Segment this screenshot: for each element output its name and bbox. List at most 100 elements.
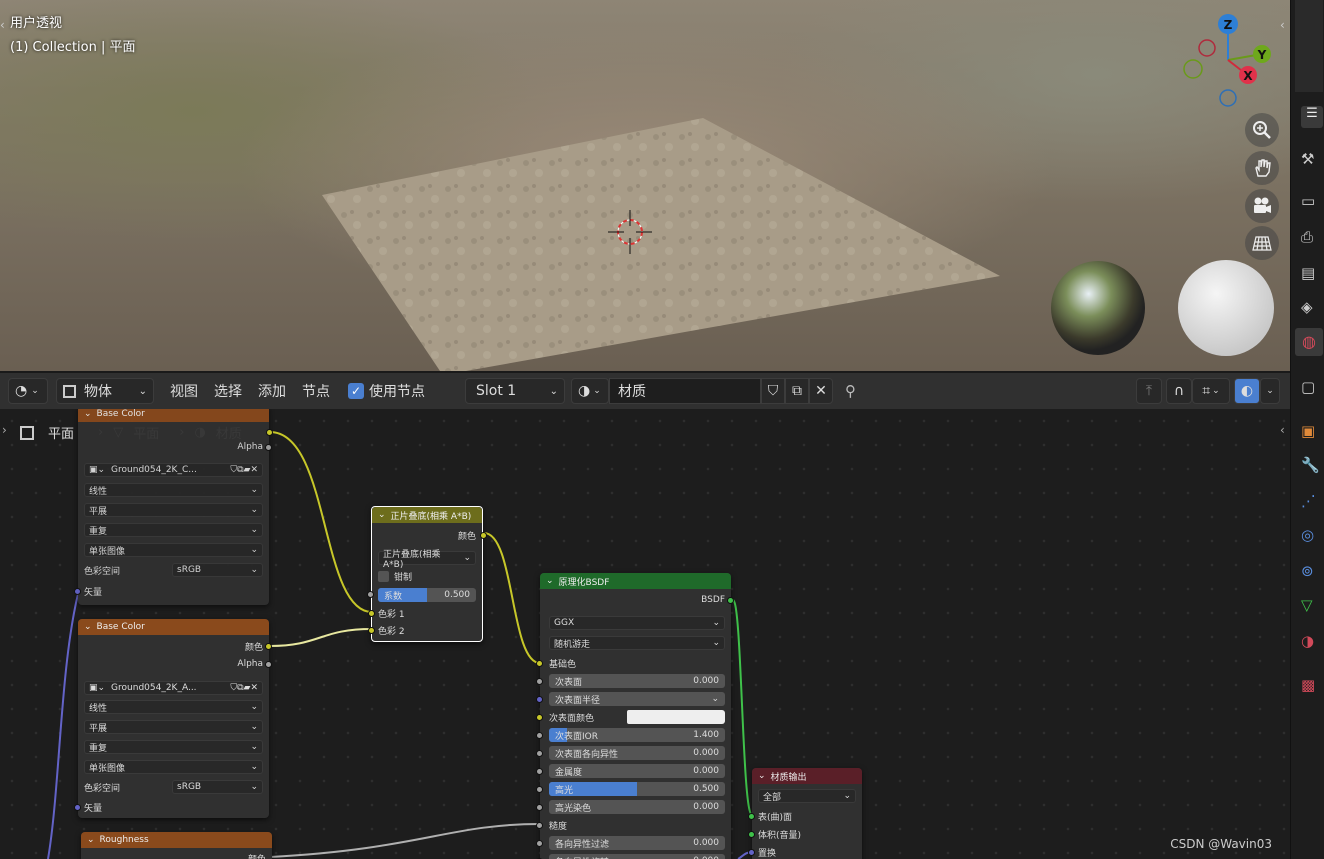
input-socket[interactable]: [536, 750, 543, 757]
projection-dropdown[interactable]: 平展 ⌄: [84, 720, 263, 734]
image-texture-node-basecolor-1[interactable]: ⌄ Base Color Alpha ▣⌄ Ground054_2K_C... ⛉⧉▰…: [74, 409, 272, 605]
vector-socket[interactable]: [74, 804, 81, 811]
input-socket[interactable]: [536, 804, 543, 811]
object-properties-icon[interactable]: ▣: [1301, 422, 1315, 440]
editor-type-button[interactable]: ◔ ⌄: [8, 378, 48, 404]
input-socket[interactable]: [536, 786, 543, 793]
mix-rgb-node[interactable]: ⌄ 正片叠底(相乘 A*B) 颜色 正片叠底(相乘 A*B) ⌄ 钳制 系数 0.50…: [368, 506, 487, 642]
color-socket[interactable]: [480, 532, 487, 539]
bsdf-field[interactable]: 次表面颜色: [549, 710, 725, 724]
clamp-checkbox[interactable]: [378, 570, 389, 582]
color-socket[interactable]: [265, 643, 272, 650]
output-properties-icon[interactable]: ⎙: [1301, 228, 1313, 246]
collapse-chevron-icon[interactable]: ⌄: [84, 409, 92, 419]
input-socket[interactable]: [536, 822, 543, 829]
node-header[interactable]: ⌄ 原理化BSDF: [540, 573, 731, 589]
source-dropdown[interactable]: 单张图像 ⌄: [84, 760, 263, 774]
3d-viewport[interactable]: Z Y X 用户透视 (1) Collection | 平面 ‹ ‹: [0, 0, 1290, 371]
displacement-socket[interactable]: [748, 849, 755, 856]
camera-icon[interactable]: [1245, 189, 1279, 223]
collapse-left-icon[interactable]: ‹: [0, 18, 5, 32]
overlay-dropdown-icon[interactable]: ⌄: [1260, 378, 1280, 404]
world-properties-icon[interactable]: ◍: [1295, 328, 1323, 356]
checkbox-checked-icon[interactable]: ✓: [348, 383, 364, 399]
bsdf-field[interactable]: 金属度 0.000: [549, 764, 725, 778]
menu-view[interactable]: 视图: [162, 381, 206, 401]
image-datablock[interactable]: ▣⌄ Ground054_2K_C... ⛉⧉▰✕: [84, 463, 263, 477]
overlay-toggle-icon[interactable]: ◐: [1234, 378, 1260, 404]
node-header[interactable]: ⌄ Base Color: [78, 619, 269, 635]
tool-settings-icon[interactable]: ⚒: [1301, 150, 1314, 168]
sidebar-toggle-left-icon[interactable]: ›: [2, 423, 7, 437]
bsdf-field[interactable]: 各向异性旋转0.000: [549, 854, 725, 859]
bsdf-field[interactable]: 次表面 0.000: [549, 674, 725, 688]
interpolation-dropdown[interactable]: 线性 ⌄: [84, 700, 263, 714]
collapse-chevron-icon[interactable]: ⌄: [87, 835, 95, 845]
extension-dropdown[interactable]: 重复 ⌄: [84, 523, 263, 537]
mode-dropdown[interactable]: 物体 ⌄: [56, 378, 154, 404]
menu-node[interactable]: 节点: [294, 381, 338, 401]
menu-select[interactable]: 选择: [206, 381, 250, 401]
zoom-icon[interactable]: [1245, 113, 1279, 147]
snap-magnet-icon[interactable]: ∩: [1166, 378, 1192, 404]
color2-socket[interactable]: [368, 627, 375, 634]
parent-node-tree-icon[interactable]: ⤒: [1136, 378, 1162, 404]
collapse-chevron-icon[interactable]: ⌄: [378, 510, 386, 520]
fake-user-shield-icon[interactable]: ⛉: [761, 378, 785, 404]
distribution-dropdown[interactable]: GGX ⌄: [549, 616, 725, 630]
bsdf-field[interactable]: 次表面半径 ⌄: [549, 692, 725, 706]
mesh-data-icon[interactable]: ▽: [1301, 596, 1313, 614]
input-socket[interactable]: [536, 696, 543, 703]
subsurface-method-dropdown[interactable]: 随机游走 ⌄: [549, 636, 725, 650]
snap-grid-icon[interactable]: ⌗ ⌄: [1192, 378, 1230, 404]
constraints-icon[interactable]: ⊚: [1301, 562, 1314, 580]
alpha-socket[interactable]: [265, 444, 272, 451]
input-socket[interactable]: [536, 732, 543, 739]
interpolation-dropdown[interactable]: 线性 ⌄: [84, 483, 263, 497]
projection-dropdown[interactable]: 平展 ⌄: [84, 503, 263, 517]
node-header[interactable]: ⌄ 材质输出: [752, 768, 862, 784]
image-texture-node-roughness[interactable]: ⌄ Roughness 颜色: [81, 832, 272, 859]
view-layer-icon[interactable]: ▤: [1301, 264, 1315, 282]
scene-properties-icon[interactable]: ◈: [1301, 298, 1313, 316]
node-header[interactable]: ⌄ 正片叠底(相乘 A*B): [372, 507, 482, 523]
bsdf-field[interactable]: 各向异性过滤 0.000: [549, 836, 725, 850]
render-properties-icon[interactable]: ▭: [1301, 192, 1315, 210]
image-texture-node-basecolor-2[interactable]: ⌄ Base Color 颜色 Alpha ▣⌄ Ground054_2K_A...…: [74, 619, 272, 818]
principled-bsdf-node[interactable]: ⌄ 原理化BSDF BSDF GGX ⌄ 随机游走 ⌄ 基础色 次表面 0.000 次表面…: [536, 573, 734, 859]
bsdf-field[interactable]: 糙度: [549, 818, 725, 832]
collapse-right-icon[interactable]: ‹: [1280, 18, 1285, 32]
image-actions-icon[interactable]: ⛉⧉▰✕: [230, 683, 258, 693]
pin-icon[interactable]: ⚲: [845, 382, 856, 400]
surface-socket[interactable]: [748, 813, 755, 820]
extension-dropdown[interactable]: 重复 ⌄: [84, 740, 263, 754]
base-color-socket[interactable]: [536, 660, 543, 667]
bsdf-socket[interactable]: [727, 597, 734, 604]
image-actions-icon[interactable]: ⛉⧉▰✕: [230, 465, 258, 475]
source-dropdown[interactable]: 单张图像 ⌄: [84, 543, 263, 557]
input-socket[interactable]: [536, 714, 543, 721]
texture-properties-icon[interactable]: ▩: [1301, 676, 1315, 694]
material-name-field[interactable]: 材质: [609, 378, 761, 404]
image-datablock[interactable]: ▣⌄ Ground054_2K_A... ⛉⧉▰✕: [84, 681, 263, 695]
unlink-close-icon[interactable]: ✕: [809, 378, 833, 404]
material-properties-icon[interactable]: ◑: [1301, 632, 1314, 650]
collapse-chevron-icon[interactable]: ⌄: [758, 771, 766, 781]
collection-icon[interactable]: ▢: [1301, 378, 1315, 396]
input-socket[interactable]: [536, 678, 543, 685]
collapse-chevron-icon[interactable]: ⌄: [546, 576, 554, 586]
use-nodes-toggle[interactable]: ✓ 使用节点: [348, 381, 425, 401]
blend-type-dropdown[interactable]: 正片叠底(相乘 A*B) ⌄: [378, 550, 476, 570]
bsdf-field[interactable]: 次表面各向异性 0.000: [549, 746, 725, 760]
color-socket-out[interactable]: [266, 429, 273, 436]
bsdf-field[interactable]: 次表面IOR 1.400: [549, 728, 725, 742]
color1-socket[interactable]: [368, 610, 375, 617]
material-browse-button[interactable]: ◑ ⌄: [571, 378, 609, 404]
modifier-wrench-icon[interactable]: 🔧: [1301, 456, 1320, 474]
toggle-sidebar-icon[interactable]: ☰: [1301, 106, 1323, 128]
hand-icon[interactable]: [1245, 151, 1279, 185]
grid-icon[interactable]: [1245, 226, 1279, 260]
material-output-node[interactable]: ⌄ 材质输出 全部 ⌄ 表(曲)面 体积(音量) 置换: [748, 768, 862, 859]
factor-slider[interactable]: 系数 0.500: [378, 588, 476, 602]
bsdf-field[interactable]: 高光 0.500: [549, 782, 725, 796]
